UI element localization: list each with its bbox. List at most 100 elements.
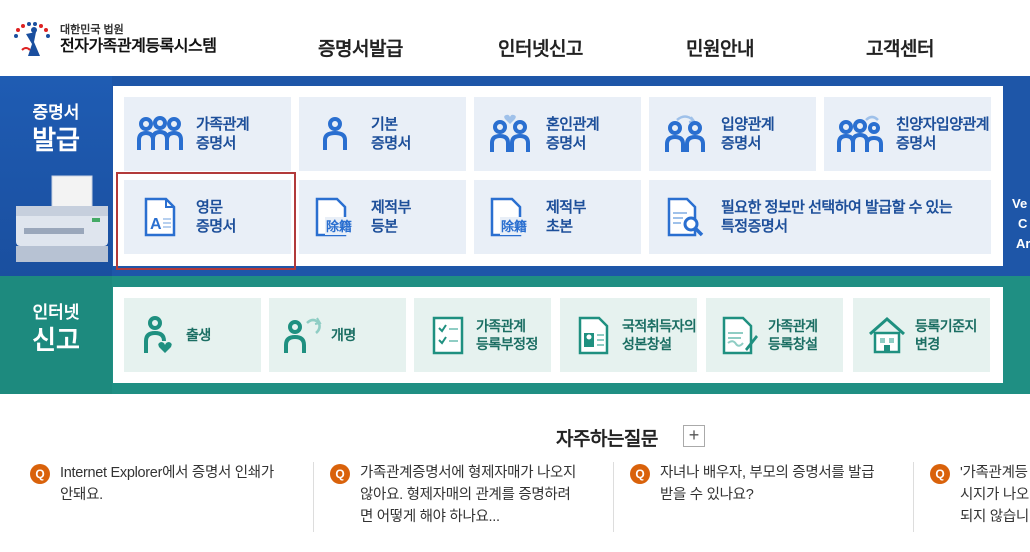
card-label-line1: 등록기준지 <box>915 318 977 334</box>
card-label-line2: 증명서 <box>721 135 761 152</box>
card-label-line2: 등록부정정 <box>476 336 538 352</box>
issue-side-panel: 증명서 발급 <box>0 76 112 276</box>
card-specific-certificate[interactable]: 필요한 정보만 선택하여 발급할 수 있는특정증명서 <box>649 180 991 254</box>
logo-title: 전자가족관계등록시스템 <box>60 37 217 55</box>
right-edge-text-3: Ar <box>1016 236 1030 251</box>
card-label-line1: 가족관계 <box>476 318 526 334</box>
card-label-line1: 영문 <box>196 199 223 216</box>
stamp-label: 除籍 <box>501 219 527 235</box>
stamp-label: 除籍 <box>326 219 352 235</box>
question-badge-icon: Q <box>930 464 950 484</box>
card-removed-register-copy[interactable]: 除籍 제적부등본 <box>299 180 466 254</box>
question-badge-icon: Q <box>30 464 50 484</box>
nav-internet-report[interactable]: 인터넷신고 <box>498 34 583 61</box>
card-label-line2: 등본 <box>371 218 398 235</box>
svg-text:A: A <box>150 216 162 233</box>
card-label-line1: 기본 <box>371 116 398 133</box>
card-label-line2: 증명서 <box>371 135 411 152</box>
card-label-line1: 필요한 정보만 선택하여 발급할 수 있는 <box>721 199 953 216</box>
faq-title: 자주하는질문 <box>556 429 658 450</box>
card-label-line1: 친양자입양관계 <box>896 116 990 133</box>
faq-text-line: Internet Explorer에서 증명서 인쇄가 <box>60 465 274 481</box>
card-label-line1: 개명 <box>331 327 356 343</box>
right-edge-text-2: C <box>1018 216 1028 231</box>
faq-text-line: 안돼요. <box>60 487 103 503</box>
card-basic-certificate[interactable]: 기본증명서 <box>299 97 466 171</box>
card-birth-report[interactable]: 출생 <box>124 298 261 372</box>
issue-card-panel: 가족관계 증명서 기본증명서 혼인관계증명서 입양관계증명서 친양자입양관계증명서 <box>113 86 1003 266</box>
card-label-line2: 증명서 <box>196 135 236 152</box>
right-edge-text-1: Ve <box>1012 196 1028 211</box>
english-document-icon: A <box>136 197 184 237</box>
card-name-change-report[interactable]: 개명 <box>269 298 406 372</box>
faq-text-line: 자녀나 배우자, 부모의 증명서를 발급 <box>660 465 875 481</box>
question-badge-icon: Q <box>630 464 650 484</box>
card-label-line1: 국적취득자의 <box>622 318 697 334</box>
card-full-adoption-certificate[interactable]: 친양자입양관계증명서 <box>824 97 991 171</box>
card-registration-base-change[interactable]: 등록기준지변경 <box>853 298 990 372</box>
printer-icon <box>16 175 108 262</box>
card-naturalized-surname-creation[interactable]: 국적취득자의성본창설 <box>560 298 697 372</box>
card-label-line2: 특정증명서 <box>721 218 788 235</box>
faq-text-line: 않아요. 형제자매의 관계를 증명하려 <box>360 487 571 503</box>
report-side-panel: 인터넷 신고 <box>0 276 112 394</box>
adoption-icon <box>661 114 709 154</box>
checklist-icon <box>428 315 468 355</box>
faq-text-line: 받을 수 있나요? <box>660 487 754 503</box>
nav-customer-center[interactable]: 고객센터 <box>866 34 934 61</box>
faq-divider <box>313 462 314 532</box>
report-side-title-2: 신고 <box>32 325 80 355</box>
full-adoption-icon <box>836 114 884 154</box>
internet-report-section: 인터넷 신고 출생 개명 가족관계 등록부정정 국적취득자의 성본창설 가족관계… <box>0 276 1030 394</box>
document-search-icon <box>661 197 709 237</box>
card-label-line2: 등록창설 <box>768 336 818 352</box>
card-english-certificate[interactable]: A 영문증명서 <box>124 180 291 254</box>
faq-text-line: 가족관계증명서에 형제자매가 나오지 <box>360 465 577 481</box>
card-marriage-certificate[interactable]: 혼인관계증명서 <box>474 97 641 171</box>
nav-certificate-issue[interactable]: 증명서발급 <box>318 34 403 61</box>
report-card-panel: 출생 개명 가족관계 등록부정정 국적취득자의 성본창설 가족관계 등록창설 등… <box>113 287 1003 383</box>
card-label-line2: 증명서 <box>546 135 586 152</box>
faq-text-line: 되지 않습니 <box>960 509 1029 525</box>
card-label-line2: 성본창설 <box>622 336 672 352</box>
faq-item[interactable]: Q 가족관계증명서에 형제자매가 나오지않아요. 형제자매의 관계를 증명하려면… <box>330 462 600 532</box>
card-label-line2: 증명서 <box>896 135 936 152</box>
card-register-creation[interactable]: 가족관계등록창설 <box>706 298 843 372</box>
card-removed-register-abstract[interactable]: 除籍 제적부초본 <box>474 180 641 254</box>
question-badge-icon: Q <box>330 464 350 484</box>
card-adoption-certificate[interactable]: 입양관계증명서 <box>649 97 816 171</box>
birth-icon <box>138 315 178 355</box>
card-register-correction[interactable]: 가족관계등록부정정 <box>414 298 551 372</box>
faq-item[interactable]: Q Internet Explorer에서 증명서 인쇄가안돼요. <box>30 462 300 532</box>
court-emblem-icon <box>12 20 52 60</box>
card-label-line1: 입양관계 <box>721 116 775 133</box>
card-label-line2: 변경 <box>915 336 940 352</box>
site-header: 대한민국 법원 전자가족관계등록시스템 증명서발급 인터넷신고 민원안내 고객센… <box>0 0 1030 76</box>
faq-more-button[interactable]: + <box>683 425 705 447</box>
nav-civil-guide[interactable]: 민원안내 <box>686 34 754 61</box>
removed-register-icon: 除籍 <box>486 197 534 237</box>
card-family-relation-certificate[interactable]: 가족관계 증명서 <box>124 97 291 171</box>
family-icon <box>136 114 184 154</box>
couple-heart-icon <box>486 114 534 154</box>
card-label-line2: 초본 <box>546 218 573 235</box>
faq-divider <box>613 462 614 532</box>
logo-subtitle: 대한민국 법원 <box>60 23 124 36</box>
id-card-icon <box>574 315 614 355</box>
faq-item[interactable]: Q 자녀나 배우자, 부모의 증명서를 발급받을 수 있나요? <box>630 462 900 532</box>
card-label-line1: 혼인관계 <box>546 116 600 133</box>
card-label-line1: 가족관계 <box>768 318 818 334</box>
faq-item[interactable]: Q '가족관계등 시지가 나오 되지 않습니 <box>930 462 1030 532</box>
card-label-line2: 증명서 <box>196 218 236 235</box>
document-pen-icon <box>720 315 760 355</box>
certificate-issue-section: 증명서 발급 가족관계 증명서 기본 증명서 혼인관계 증명서 입양관계 증명서… <box>0 76 1030 276</box>
card-label-line1: 제적부 <box>546 199 586 216</box>
site-logo[interactable]: 대한민국 법원 전자가족관계등록시스템 <box>12 20 217 60</box>
removed-register-icon: 除籍 <box>311 197 359 237</box>
house-icon <box>867 315 907 355</box>
rename-icon <box>283 315 323 355</box>
card-label-line1: 제적부 <box>371 199 411 216</box>
person-icon <box>311 114 359 154</box>
faq-divider <box>913 462 914 532</box>
faq-text-line: 면 어떻게 해야 하나요... <box>360 509 500 525</box>
